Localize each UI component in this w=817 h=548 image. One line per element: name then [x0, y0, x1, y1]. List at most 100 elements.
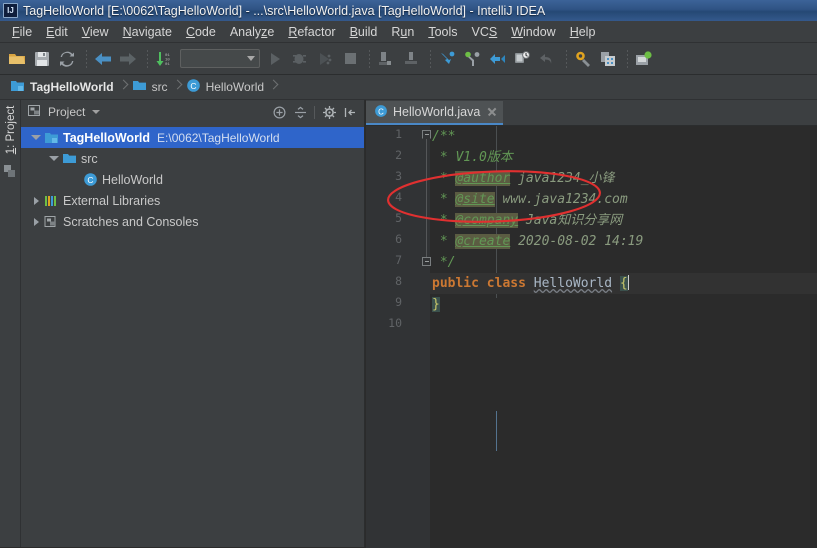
block-guide	[496, 411, 497, 451]
app-icon: IJ	[3, 3, 18, 18]
navigation-bar: TagHelloWorld src C HelloWorld	[0, 75, 817, 100]
open-folder-icon[interactable]	[6, 48, 28, 70]
toolbar-separator	[369, 49, 370, 68]
tool-window-button-project[interactable]: 1: Project	[1, 99, 21, 161]
back-arrow-icon[interactable]	[92, 48, 114, 70]
code-line-3[interactable]: * @author java1234_小锋	[430, 168, 817, 189]
code-line-4[interactable]: * @site www.java1234.com	[430, 189, 817, 210]
tree-row-project-root[interactable]: TagHelloWorld E:\0062\TagHelloWorld	[21, 127, 364, 148]
hide-panel-icon[interactable]	[343, 105, 357, 119]
code-editor[interactable]: 1 2 3 4 5 6 7 8 9 10 /** * V1.0版本 * @aut…	[366, 126, 817, 548]
profiler-icon[interactable]	[375, 48, 397, 70]
svg-text:C: C	[378, 107, 384, 116]
expand-toggle[interactable]	[47, 152, 61, 166]
main-toolbar: 01 10 01	[0, 43, 817, 75]
breadcrumb-class[interactable]: C HelloWorld	[182, 77, 268, 97]
expand-toggle[interactable]	[29, 215, 43, 229]
menu-refactor[interactable]: Refactor	[281, 23, 342, 41]
vcs-commit-icon[interactable]	[461, 48, 483, 70]
code-line-9[interactable]: }	[430, 294, 817, 315]
code-line-6[interactable]: * @create 2020-08-02 14:19	[430, 231, 817, 252]
tree-label: TagHelloWorld	[63, 130, 151, 145]
fold-bar[interactable]	[422, 126, 431, 548]
svg-text:01: 01	[165, 63, 170, 67]
menu-file[interactable]: File	[5, 23, 39, 41]
expand-toggle[interactable]	[29, 194, 43, 208]
divider	[314, 105, 315, 119]
code-line-8[interactable]: public class HelloWorld {	[430, 273, 817, 294]
keyword-public: public	[432, 276, 479, 291]
text-caret	[627, 275, 629, 290]
menu-tools[interactable]: Tools	[421, 23, 464, 41]
tree-row-scratches-consoles[interactable]: Scratches and Consoles	[21, 211, 364, 232]
search-everywhere-icon[interactable]	[633, 48, 655, 70]
run-configuration-select[interactable]	[180, 49, 260, 68]
structure-icon[interactable]	[3, 164, 18, 182]
vcs-diff-icon[interactable]	[486, 48, 508, 70]
breadcrumb-separator	[119, 77, 127, 97]
left-tool-strip: 1: Project	[0, 100, 21, 547]
breadcrumb-class-label: HelloWorld	[205, 80, 265, 94]
breadcrumb-separator	[269, 77, 277, 97]
tree-path: E:\0062\TagHelloWorld	[157, 130, 280, 145]
code-lines[interactable]: /** * V1.0版本 * @author java1234_小锋 * @si…	[430, 126, 817, 548]
keyword-class: class	[486, 276, 526, 291]
menu-navigate[interactable]: Navigate	[116, 23, 179, 41]
chevron-down-icon	[247, 56, 255, 61]
vcs-update-icon[interactable]	[436, 48, 458, 70]
breadcrumb-src-label: src	[151, 80, 168, 94]
editor-tab-helloworld[interactable]: C HelloWorld.java	[366, 101, 504, 125]
line-number: 9	[395, 295, 402, 309]
editor-gutter[interactable]: 1 2 3 4 5 6 7 8 9 10	[366, 126, 431, 548]
menu-help[interactable]: Help	[563, 23, 603, 41]
code-line-10[interactable]	[430, 315, 817, 336]
menu-build[interactable]: Build	[343, 23, 385, 41]
settings-icon[interactable]	[572, 48, 594, 70]
code-line-1[interactable]: /**	[430, 126, 817, 147]
attach-icon[interactable]	[400, 48, 422, 70]
forward-arrow-icon[interactable]	[117, 48, 139, 70]
class-icon: C	[82, 172, 98, 188]
vcs-rollback-icon[interactable]	[536, 48, 558, 70]
expand-toggle[interactable]	[29, 131, 43, 145]
stop-icon[interactable]	[339, 48, 361, 70]
menu-run[interactable]: Run	[384, 23, 421, 41]
menu-analyze[interactable]: Analyze	[223, 23, 281, 41]
project-structure-icon[interactable]	[597, 48, 619, 70]
save-all-icon[interactable]	[31, 48, 53, 70]
code-line-7[interactable]: */	[430, 252, 817, 273]
tree-row-external-libraries[interactable]: External Libraries	[21, 190, 364, 211]
menu-vcs[interactable]: VCS	[465, 23, 505, 41]
line-number: 7	[395, 253, 402, 267]
toolbar-separator	[566, 49, 567, 68]
code-line-2[interactable]: * V1.0版本	[430, 147, 817, 168]
tree-row-src[interactable]: src	[21, 148, 364, 169]
code-line-5[interactable]: * @company Java知识分享网	[430, 210, 817, 231]
menu-window[interactable]: Window	[504, 23, 562, 41]
breadcrumb-src[interactable]: src	[128, 77, 172, 97]
line-number: 6	[395, 232, 402, 246]
intellij-idea-window: IJ TagHelloWorld [E:\0062\TagHelloWorld]…	[0, 0, 817, 548]
class-name: HelloWorld	[533, 276, 613, 291]
coverage-icon[interactable]	[314, 48, 336, 70]
menu-code[interactable]: Code	[179, 23, 223, 41]
chevron-down-icon[interactable]	[92, 110, 101, 114]
sync-icon[interactable]	[56, 48, 78, 70]
settings-gear-icon[interactable]	[322, 105, 336, 119]
menu-edit[interactable]: Edit	[39, 23, 75, 41]
project-icon	[43, 130, 59, 146]
vcs-history-icon[interactable]	[511, 48, 533, 70]
tree-row-helloworld[interactable]: C HelloWorld	[21, 169, 364, 190]
breadcrumb-project[interactable]: TagHelloWorld	[6, 77, 118, 97]
compile-icon[interactable]: 01 10 01	[153, 48, 175, 70]
javadoc-tag-create: @create	[455, 234, 511, 249]
run-icon[interactable]	[264, 48, 286, 70]
menu-view[interactable]: View	[75, 23, 116, 41]
folder-icon	[132, 79, 147, 95]
tree-label: Scratches and Consoles	[63, 214, 199, 229]
toolbar-separator	[86, 49, 87, 68]
collapse-all-icon[interactable]	[293, 105, 307, 119]
close-icon[interactable]	[487, 107, 497, 117]
debug-icon[interactable]	[289, 48, 311, 70]
expand-all-icon[interactable]	[272, 105, 286, 119]
